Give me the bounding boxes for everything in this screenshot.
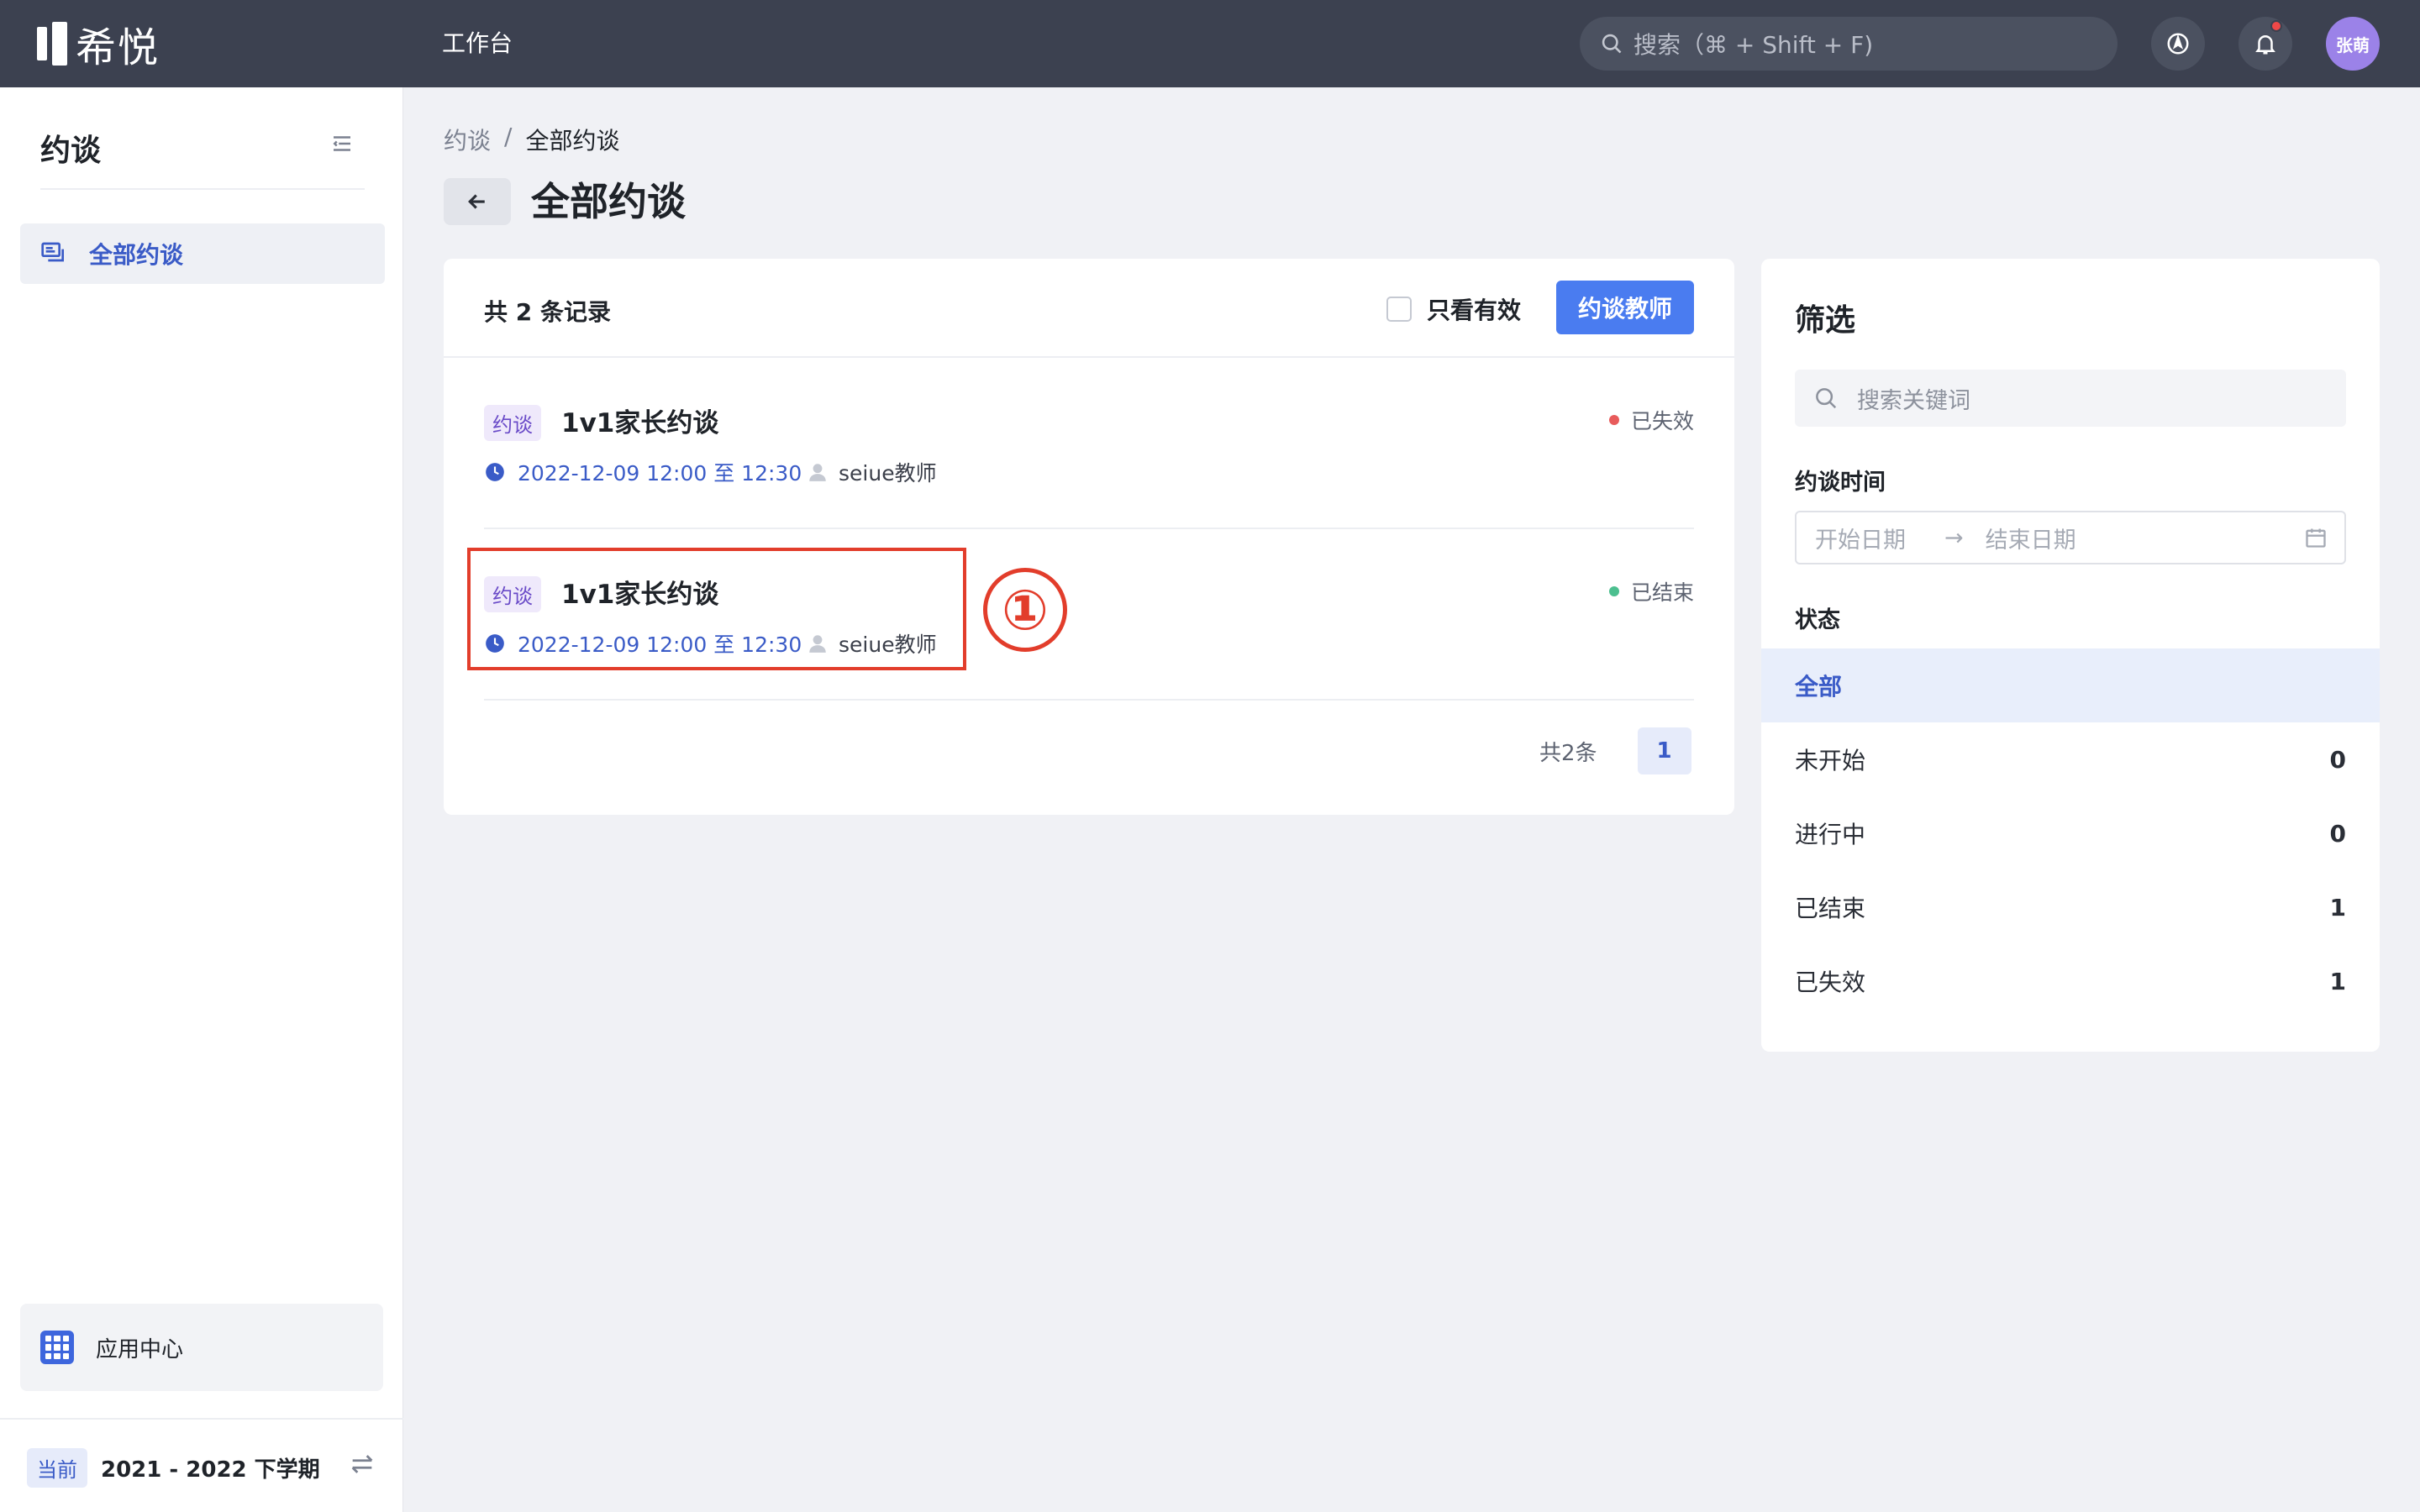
sidebar-bottom-divider: [0, 1418, 403, 1420]
book-teacher-button[interactable]: 约谈教师: [1556, 281, 1694, 334]
record-time-text: 2022-12-09 12:00 至 12:30: [518, 461, 802, 486]
status-badge: 已失效: [1608, 405, 1694, 435]
status-filter-label: 全部: [1795, 673, 1843, 701]
status-filter-label: 未开始: [1795, 747, 1866, 774]
user-icon: [809, 464, 826, 481]
compass-icon: [2167, 33, 2189, 55]
chat-list-icon: [41, 242, 64, 262]
filter-panel: 筛选 搜索关键词 约谈时间 开始日期 → 结束日期 状态 全部 未开始 0 进行…: [1761, 259, 2380, 1052]
status-filter-label: 已结束: [1795, 895, 1866, 922]
term-badge: 当前: [27, 1448, 87, 1488]
breadcrumb: 约谈 / 全部约谈: [444, 123, 619, 156]
status-badge: 已结束: [1608, 576, 1694, 606]
record-type-tag: 约谈: [484, 405, 541, 441]
filter-title: 筛选: [1795, 303, 1856, 338]
annotation-highlight-box: [467, 548, 966, 670]
nav-title-workbench[interactable]: 工作台: [442, 25, 513, 62]
list-item[interactable]: 约谈 1v1家长约谈 2022-12-09 12:00 至 12:30 seiu…: [484, 358, 1694, 529]
records-card: 共 2 条记录 只看有效 约谈教师 约谈 1v1家长约谈 2022-12-09 …: [444, 259, 1734, 815]
status-filter-not-started[interactable]: 未开始 0: [1761, 722, 2380, 796]
brand-name: 希悦: [76, 24, 160, 71]
logo-icon: [37, 22, 67, 66]
record-count: 共 2 条记录: [484, 298, 611, 326]
records-card-header: 共 2 条记录 只看有效 约谈教师: [444, 259, 1734, 358]
search-icon: [1602, 34, 1622, 54]
user-avatar[interactable]: 张萌: [2326, 17, 2380, 71]
status-filter-count: 0: [2329, 819, 2346, 848]
current-term: 当前 2021 - 2022 下学期: [27, 1448, 320, 1488]
status-filter-all[interactable]: 全部: [1761, 648, 2380, 722]
record-user-name: seiue教师: [839, 461, 937, 486]
start-date-placeholder[interactable]: 开始日期: [1815, 522, 1906, 554]
pagination: 共2条 1: [1539, 727, 1691, 774]
status-filter-label: 进行中: [1795, 821, 1866, 848]
status-filter-count: 1: [2329, 893, 2346, 921]
arrow-left-icon: [468, 194, 485, 209]
sidebar-item-all-interviews[interactable]: 全部约谈: [20, 223, 385, 284]
record-title[interactable]: 1v1家长约谈: [561, 402, 718, 439]
notification-button[interactable]: [2238, 17, 2292, 71]
page-title: 全部约谈: [531, 179, 686, 224]
filter-time-label: 约谈时间: [1795, 470, 1886, 496]
sidebar: 约谈 全部约谈 应用中心 当前 2021 - 2022 下学期: [0, 87, 403, 1512]
clock-icon: [486, 463, 504, 481]
calendar-icon: [2306, 528, 2326, 548]
top-bar: 希悦 工作台 搜索（⌘ + Shift + F) 张萌: [0, 0, 2420, 87]
status-filter-count: 1: [2329, 967, 2346, 995]
record-user: seiue教师: [807, 457, 937, 487]
filter-search-placeholder: 搜索关键词: [1857, 387, 1970, 414]
search-placeholder: 搜索（⌘ + Shift + F): [1634, 31, 1874, 59]
only-valid-toggle[interactable]: 只看有效: [1386, 292, 1521, 326]
breadcrumb-current: 全部约谈: [525, 127, 620, 155]
collapse-menu-icon: [333, 136, 350, 151]
only-valid-checkbox[interactable]: [1386, 297, 1412, 322]
range-arrow-icon: →: [1944, 524, 1964, 551]
sidebar-divider: [40, 188, 365, 190]
status-filter-expired[interactable]: 已失效 1: [1761, 944, 2380, 1018]
sidebar-title: 约谈: [40, 134, 102, 168]
swap-icon: [351, 1455, 373, 1473]
app-center-label: 应用中心: [96, 1336, 184, 1362]
status-filter-label: 已失效: [1795, 969, 1866, 996]
app-switch-button[interactable]: [2151, 17, 2205, 71]
record-time: 2022-12-09 12:00 至 12:30: [484, 457, 802, 487]
notification-dot: [2270, 20, 2282, 32]
filter-search-input[interactable]: 搜索关键词: [1795, 370, 2346, 427]
pagination-total: 共2条: [1539, 740, 1597, 766]
filter-status-label: 状态: [1795, 607, 1840, 633]
global-search-input[interactable]: 搜索（⌘ + Shift + F): [1580, 17, 2118, 71]
status-filter-count: 0: [2329, 745, 2346, 774]
sidebar-collapse-button[interactable]: [329, 131, 355, 160]
annotation-marker: ①: [983, 568, 1067, 652]
status-text: 已失效: [1630, 409, 1694, 433]
search-icon: [1816, 388, 1837, 409]
breadcrumb-separator: /: [504, 123, 513, 150]
app-center-button[interactable]: 应用中心: [20, 1304, 383, 1391]
only-valid-label: 只看有效: [1427, 297, 1522, 324]
date-range-picker[interactable]: 开始日期 → 结束日期: [1795, 511, 2346, 564]
breadcrumb-item-interviews[interactable]: 约谈: [444, 123, 491, 156]
sidebar-item-label: 全部约谈: [89, 241, 184, 269]
status-text: 已结束: [1630, 580, 1694, 605]
bell-icon: [2255, 35, 2275, 55]
status-dot-expired: [1608, 415, 1619, 425]
grid-icon: [40, 1331, 74, 1364]
status-filter-ended[interactable]: 已结束 1: [1761, 870, 2380, 944]
page-button-current[interactable]: 1: [1637, 727, 1691, 774]
switch-term-button[interactable]: [348, 1450, 376, 1482]
back-button[interactable]: [444, 178, 511, 225]
term-label: 2021 - 2022 下学期: [101, 1457, 320, 1483]
status-filter-in-progress[interactable]: 进行中 0: [1761, 796, 2380, 870]
end-date-placeholder[interactable]: 结束日期: [1986, 522, 2076, 554]
brand-logo[interactable]: 希悦: [37, 20, 160, 71]
status-dot-ended: [1608, 586, 1619, 596]
